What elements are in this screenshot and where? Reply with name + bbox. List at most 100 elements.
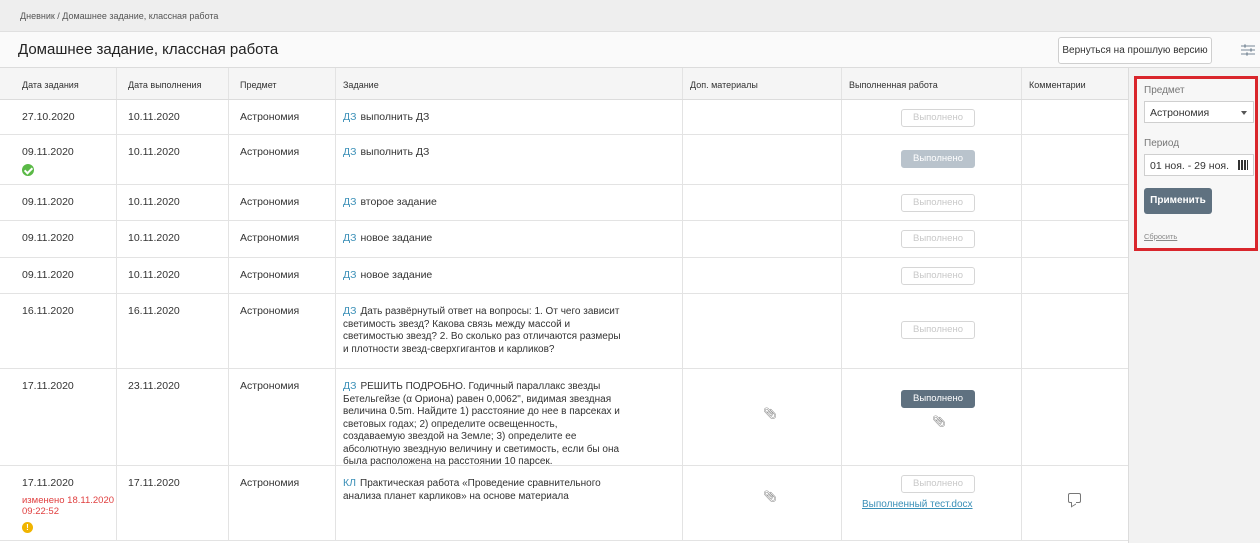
subject: Астрономия	[228, 466, 335, 540]
column-header[interactable]: Выполненная работа	[841, 68, 1021, 99]
materials-cell	[682, 135, 841, 184]
task-type-tag: ДЗ	[343, 380, 357, 392]
calendar-icon	[1238, 160, 1248, 170]
done-button[interactable]: Выполнено	[901, 194, 975, 212]
task-cell: ДЗ новое задание	[335, 221, 682, 257]
paperclip-icon[interactable]: 📎︎	[763, 490, 777, 503]
table-row: 27.10.2020 10.11.2020 Астрономия ДЗ выпол…	[0, 100, 1128, 135]
period-picker[interactable]: 01 ноя. - 29 ноя.	[1144, 154, 1254, 176]
done-cell: Выполнено Выполненный тест.docx	[841, 466, 1021, 540]
done-button[interactable]: Выполнено	[901, 150, 975, 168]
done-button[interactable]: Выполнено	[901, 230, 975, 248]
task-cell: КЛ Практическая работа «Проведение сравни…	[335, 466, 682, 540]
completed-file-link[interactable]: Выполненный тест.docx	[862, 499, 973, 510]
subject: Астрономия	[228, 185, 335, 220]
assigned-date: 17.11.2020	[22, 380, 74, 392]
task-type-tag: КЛ	[343, 477, 357, 489]
comment-icon[interactable]	[1068, 493, 1081, 503]
table-row: 17.11.2020 23.11.2020 Астрономия ДЗ РЕШИТ…	[0, 369, 1128, 467]
comments-cell	[1021, 100, 1128, 134]
done-cell: Выполнено	[841, 221, 1021, 257]
subject: Астрономия	[228, 221, 335, 257]
changed-timestamp: изменено 18.11.2020 09:22:52	[22, 495, 115, 517]
task-text[interactable]: выполнить ДЗ	[360, 146, 429, 158]
comments-cell	[1021, 135, 1128, 184]
table-row: 09.11.2020 10.11.2020 Астрономия ДЗ новое…	[0, 258, 1128, 294]
page-title: Домашнее задание, классная работа	[18, 41, 279, 58]
done-button[interactable]: Выполнено	[901, 321, 975, 339]
done-cell: Выполнено	[841, 100, 1021, 134]
done-button[interactable]: Выполнено	[901, 475, 975, 493]
task-text[interactable]: новое задание	[360, 269, 432, 281]
subject: Астрономия	[228, 135, 335, 184]
paperclip-icon[interactable]: 📎︎	[932, 415, 946, 428]
comments-cell	[1021, 294, 1128, 368]
breadcrumb[interactable]: Дневник / Домашнее задание, классная раб…	[0, 0, 1260, 32]
done-button[interactable]: Выполнено	[901, 267, 975, 285]
materials-cell	[682, 221, 841, 257]
assigned-date: 17.11.2020	[22, 477, 74, 489]
comments-cell	[1021, 369, 1128, 465]
column-header[interactable]: Доп. материалы	[682, 68, 841, 99]
assigned-date-cell: 17.11.2020 изменено 18.11.2020 09:22:52 …	[0, 466, 116, 540]
done-cell: Выполнено	[841, 185, 1021, 220]
filter-panel: Предмет Астрономия Период 01 ноя. - 29 н…	[1134, 76, 1258, 251]
assigned-date: 16.11.2020	[22, 305, 74, 317]
task-text[interactable]: второе задание	[360, 196, 436, 208]
warning-icon: !	[22, 522, 33, 533]
subject: Астрономия	[228, 258, 335, 293]
comments-cell	[1021, 185, 1128, 220]
reset-link[interactable]: Сбросить	[1144, 232, 1177, 241]
subject: Астрономия	[228, 100, 335, 134]
due-date: 17.11.2020	[116, 466, 228, 540]
task-text[interactable]: Практическая работа «Проведение сравните…	[343, 478, 601, 502]
task-cell: ДЗ выполнить ДЗ	[335, 135, 682, 184]
materials-cell	[682, 258, 841, 293]
subject-select[interactable]: Астрономия	[1144, 101, 1254, 123]
task-text[interactable]: РЕШИТЬ ПОДРОБНО. Годичный параллакс звез…	[343, 381, 620, 467]
done-cell: Выполнено	[841, 135, 1021, 184]
comments-cell	[1021, 466, 1128, 540]
page-header: Домашнее задание, классная работа Вернут…	[0, 32, 1260, 68]
done-button[interactable]: Выполнено	[901, 109, 975, 127]
column-header[interactable]: Дата выполнения	[116, 68, 228, 99]
comments-cell	[1021, 221, 1128, 257]
task-text[interactable]: выполнить ДЗ	[360, 111, 429, 123]
period-filter-label: Период	[1144, 138, 1180, 149]
materials-cell	[682, 294, 841, 368]
assigned-date-cell: 09.11.2020	[0, 135, 116, 184]
column-header[interactable]: Комментарии	[1021, 68, 1128, 99]
task-cell: ДЗ Дать развёрнутый ответ на вопросы: 1. …	[335, 294, 682, 368]
column-header[interactable]: Дата задания	[0, 68, 116, 99]
column-header[interactable]: Предмет	[228, 68, 335, 99]
task-text[interactable]: Дать развёрнутый ответ на вопросы: 1. От…	[343, 306, 621, 355]
due-date: 23.11.2020	[116, 369, 228, 465]
done-cell: Выполнено	[841, 294, 1021, 368]
assigned-date: 27.10.2020	[22, 111, 75, 123]
table-row: 17.11.2020 изменено 18.11.2020 09:22:52 …	[0, 466, 1128, 541]
task-type-tag: ДЗ	[343, 196, 357, 208]
task-text[interactable]: новое задание	[360, 232, 432, 244]
column-header[interactable]: Задание	[335, 68, 682, 99]
table-row: 09.11.2020 10.11.2020 Астрономия ДЗ второ…	[0, 185, 1128, 221]
subject: Астрономия	[228, 294, 335, 368]
task-type-tag: ДЗ	[343, 305, 357, 317]
materials-cell: 📎︎	[682, 466, 841, 540]
materials-cell: 📎︎	[682, 369, 841, 465]
back-to-old-version-button[interactable]: Вернуться на прошлую версию	[1058, 37, 1212, 64]
done-cell: Выполнено	[841, 258, 1021, 293]
materials-cell	[682, 100, 841, 134]
table-row: 09.11.2020 10.11.2020 Астрономия ДЗ выпол…	[0, 135, 1128, 185]
assigned-date: 09.11.2020	[22, 196, 74, 208]
filter-settings-icon[interactable]	[1238, 40, 1258, 60]
done-button[interactable]: Выполнено	[901, 390, 975, 408]
homework-table: Дата задания Дата выполнения Предмет Зад…	[0, 68, 1128, 541]
due-date: 10.11.2020	[116, 221, 228, 257]
paperclip-icon[interactable]: 📎︎	[763, 407, 777, 420]
subject: Астрономия	[228, 369, 335, 465]
table-row: 16.11.2020 16.11.2020 Астрономия ДЗ Дать …	[0, 294, 1128, 369]
due-date: 10.11.2020	[116, 185, 228, 220]
apply-button[interactable]: Применить	[1144, 188, 1212, 214]
chevron-down-icon	[1241, 111, 1247, 115]
check-icon	[22, 164, 34, 176]
